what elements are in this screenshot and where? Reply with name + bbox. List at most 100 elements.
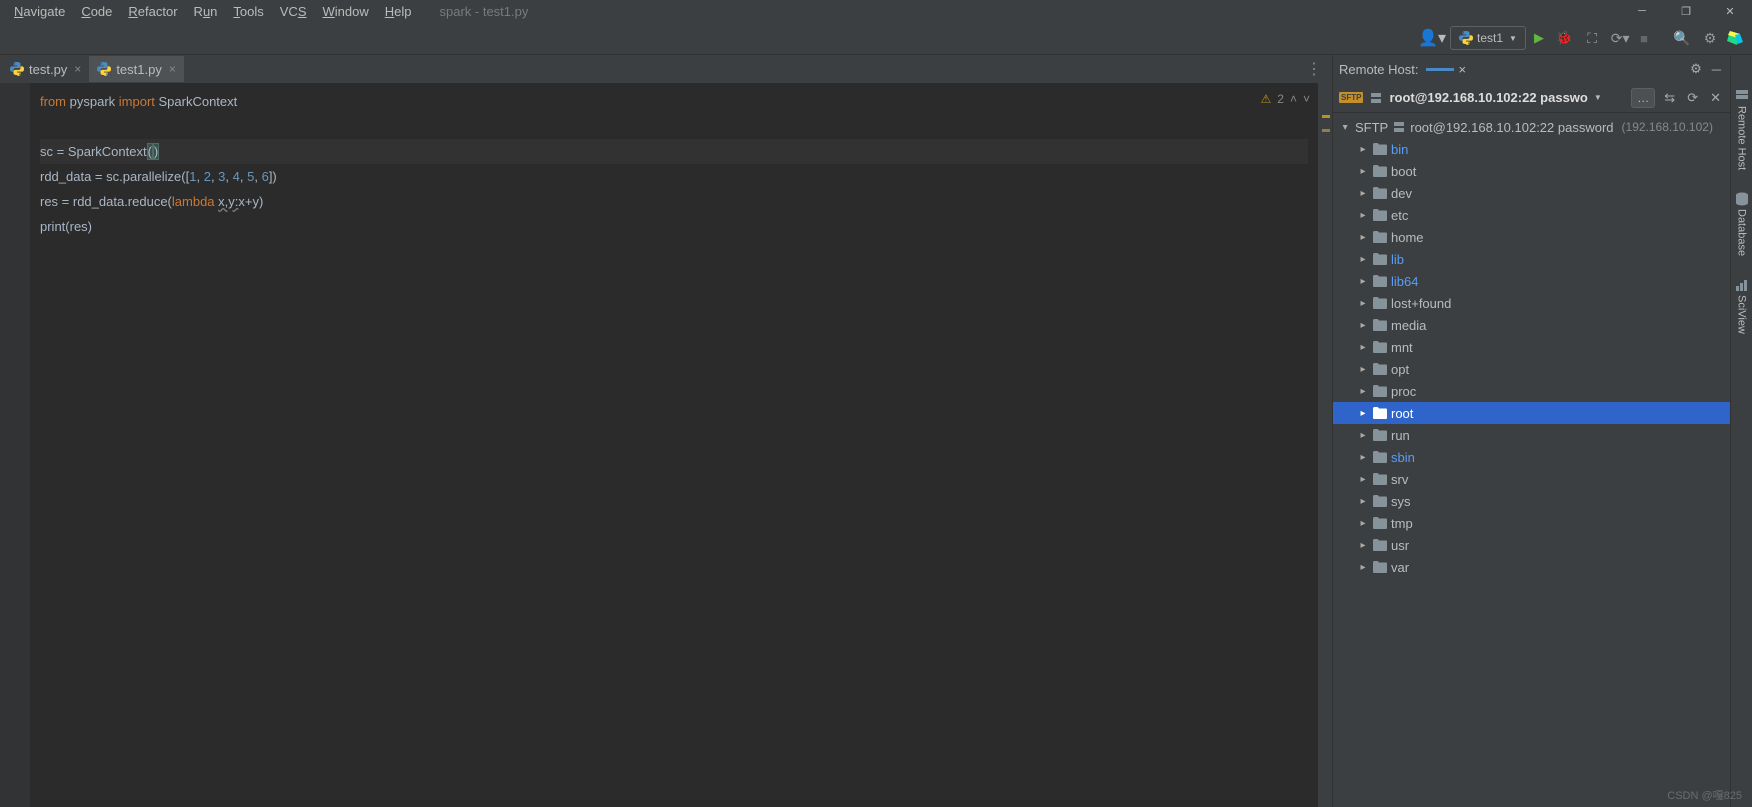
tree-item-label: root xyxy=(1391,406,1413,421)
menu-vcs[interactable]: VCS xyxy=(272,2,315,21)
chevron-right-icon[interactable]: ▸ xyxy=(1357,166,1369,177)
tree-item-home[interactable]: ▸ home xyxy=(1333,226,1730,248)
tree-item-proc[interactable]: ▸proc xyxy=(1333,380,1730,402)
debug-button[interactable]: 🐞 xyxy=(1552,30,1576,46)
tree-item-sbin[interactable]: ▸sbin xyxy=(1333,446,1730,468)
folder-icon xyxy=(1373,561,1387,573)
tab-test1-py[interactable]: test1.py × xyxy=(89,56,184,82)
run-configuration-selector[interactable]: test1 ▼ xyxy=(1450,26,1526,50)
tree-item-label: srv xyxy=(1391,472,1408,487)
server-icon xyxy=(1392,120,1406,134)
chevron-down-icon[interactable]: ▸ xyxy=(1340,121,1351,133)
chevron-right-icon[interactable]: ▸ xyxy=(1357,320,1369,331)
menu-help[interactable]: Help xyxy=(377,2,420,21)
tree-item-tmp[interactable]: ▸tmp xyxy=(1333,512,1730,534)
tree-item-lib64[interactable]: ▸lib64 xyxy=(1333,270,1730,292)
editor-scrollbar[interactable] xyxy=(1318,83,1332,807)
chevron-right-icon[interactable]: ▸ xyxy=(1357,144,1369,155)
stop-button[interactable]: ■ xyxy=(1636,31,1652,46)
tree-item-bin[interactable]: ▸bin xyxy=(1333,138,1730,160)
tree-item-etc[interactable]: ▸etc xyxy=(1333,204,1730,226)
chevron-right-icon[interactable]: ▸ xyxy=(1357,562,1369,573)
close-icon[interactable]: × xyxy=(167,62,178,76)
chevron-right-icon[interactable]: ▸ xyxy=(1357,518,1369,529)
tabs-menu-icon[interactable]: ⋮ xyxy=(1296,59,1332,79)
chevron-right-icon[interactable]: ▸ xyxy=(1357,452,1369,463)
tree-item-srv[interactable]: ▸ srv xyxy=(1333,468,1730,490)
jetbrains-toolbox-icon[interactable] xyxy=(1726,29,1744,47)
chevron-right-icon[interactable]: ▸ xyxy=(1357,496,1369,507)
code-area[interactable]: ⚠ 2 ˄ ˅ from pyspark import SparkContext… xyxy=(30,83,1318,807)
menu-refactor[interactable]: Refactor xyxy=(120,2,185,21)
chevron-right-icon[interactable]: ▸ xyxy=(1357,408,1369,419)
chevron-right-icon[interactable]: ▸ xyxy=(1357,276,1369,287)
chevron-right-icon[interactable]: ▸ xyxy=(1357,364,1369,375)
coverage-button[interactable]: ⛶ xyxy=(1580,26,1604,50)
close-icon[interactable]: × xyxy=(72,62,83,76)
editor-gutter[interactable] xyxy=(0,83,30,807)
window-close[interactable]: ✕ xyxy=(1708,0,1752,22)
chevron-right-icon[interactable]: ▸ xyxy=(1357,254,1369,265)
side-database[interactable]: Database xyxy=(1735,188,1749,260)
chevron-up-icon[interactable]: ˄ xyxy=(1290,87,1297,112)
code-editor[interactable]: ⚠ 2 ˄ ˅ from pyspark import SparkContext… xyxy=(0,83,1332,807)
chevron-right-icon[interactable]: ▸ xyxy=(1357,210,1369,221)
chevron-down-icon[interactable]: ˅ xyxy=(1303,87,1310,112)
tree-item-dev[interactable]: ▸dev xyxy=(1333,182,1730,204)
root-host-hint: (192.168.10.102) xyxy=(1622,120,1713,134)
chevron-right-icon[interactable]: ▸ xyxy=(1357,474,1369,485)
menu-tools[interactable]: Tools xyxy=(225,2,271,21)
chevron-right-icon[interactable]: ▸ xyxy=(1357,232,1369,243)
folder-icon xyxy=(1373,341,1387,353)
chevron-right-icon[interactable]: ▸ xyxy=(1357,342,1369,353)
profile-button[interactable]: ⟳▾ xyxy=(1608,26,1632,50)
window-maximize[interactable]: ❐ xyxy=(1664,0,1708,22)
chevron-right-icon[interactable]: ▸ xyxy=(1357,386,1369,397)
tree-root[interactable]: ▸ SFTP root@192.168.10.102:22 password (… xyxy=(1333,116,1730,138)
tree-item-label: home xyxy=(1391,230,1424,245)
menu-code[interactable]: Code xyxy=(73,2,120,21)
chevron-right-icon[interactable]: ▸ xyxy=(1357,188,1369,199)
tree-item-var[interactable]: ▸var xyxy=(1333,556,1730,578)
tree-item-lib[interactable]: ▸lib xyxy=(1333,248,1730,270)
side-remote-host[interactable]: Remote Host xyxy=(1735,85,1749,174)
python-icon xyxy=(97,62,111,76)
search-everywhere-button[interactable]: 🔍 xyxy=(1670,26,1694,50)
menu-run[interactable]: Run xyxy=(186,2,226,21)
tree-item-run[interactable]: ▸run xyxy=(1333,424,1730,446)
tree-item-media[interactable]: ▸media xyxy=(1333,314,1730,336)
chevron-right-icon[interactable]: ▸ xyxy=(1357,430,1369,441)
menu-navigate[interactable]: Navigate xyxy=(6,2,73,21)
remote-host-selector[interactable]: root@192.168.10.102:22 passwo xyxy=(1389,90,1587,105)
menu-window[interactable]: Window xyxy=(315,2,377,21)
settings-button[interactable]: ⚙ xyxy=(1698,26,1722,50)
remote-more-button[interactable]: … xyxy=(1631,88,1655,108)
remote-tree[interactable]: ▸ SFTP root@192.168.10.102:22 password (… xyxy=(1333,113,1730,807)
folder-icon xyxy=(1373,209,1387,221)
side-sciview[interactable]: SciView xyxy=(1735,274,1749,338)
tree-item-mnt[interactable]: ▸mnt xyxy=(1333,336,1730,358)
tree-item-root[interactable]: ▸ root xyxy=(1333,402,1730,424)
remote-refresh-icon[interactable]: ⟳ xyxy=(1684,90,1701,106)
run-button[interactable]: ▶ xyxy=(1530,30,1548,46)
chevron-right-icon[interactable]: ▸ xyxy=(1357,540,1369,551)
tree-item-label: opt xyxy=(1391,362,1409,377)
tree-item-sys[interactable]: ▸sys xyxy=(1333,490,1730,512)
remote-close-icon[interactable]: ✕ xyxy=(1707,90,1724,106)
remote-minimize-icon[interactable]: ─ xyxy=(1709,62,1724,77)
folder-icon xyxy=(1373,231,1387,243)
tree-item-opt[interactable]: ▸ opt xyxy=(1333,358,1730,380)
window-minimize[interactable]: ─ xyxy=(1620,0,1664,22)
tree-item-lost+found[interactable]: ▸lost+found xyxy=(1333,292,1730,314)
editor-inspections-widget[interactable]: ⚠ 2 ˄ ˅ xyxy=(1261,87,1310,112)
chevron-right-icon[interactable]: ▸ xyxy=(1357,298,1369,309)
tree-item-boot[interactable]: ▸boot xyxy=(1333,160,1730,182)
dropdown-arrow-icon: ▼ xyxy=(1594,93,1602,102)
tab-test-py[interactable]: test.py × xyxy=(2,56,89,82)
user-icon[interactable]: 👤▾ xyxy=(1418,27,1446,49)
remote-diff-icon[interactable]: ⇆ xyxy=(1661,90,1678,106)
remote-settings-icon[interactable]: ⚙ xyxy=(1687,61,1705,77)
tree-item-usr[interactable]: ▸usr xyxy=(1333,534,1730,556)
dropdown-arrow-icon: ▼ xyxy=(1509,34,1517,43)
remote-host-tab-close-icon[interactable]: × xyxy=(1458,62,1466,77)
